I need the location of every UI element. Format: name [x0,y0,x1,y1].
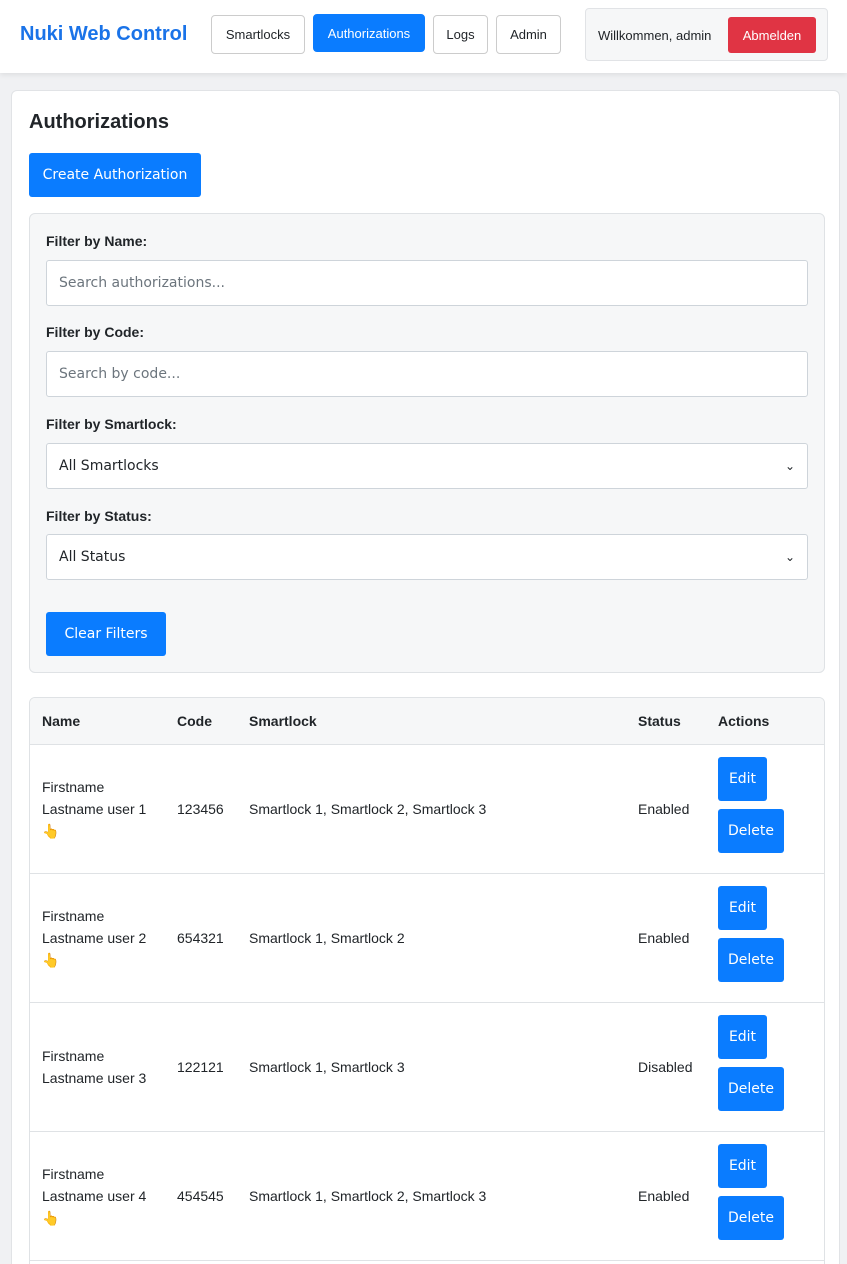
row-lastname: Lastname user 3 [42,1070,147,1086]
row-smartlocks: Smartlock 1, Smartlock 3 [249,1059,405,1075]
user-box: Willkommen, admin Abmelden [585,8,828,61]
main-card: Authorizations Create Authorization Filt… [11,90,840,1264]
row-status: Disabled [638,1059,693,1075]
row-firstname: Firstname [42,908,105,924]
nav-authorizations-button[interactable]: Authorizations [313,14,425,52]
chevron-down-icon: ⌄ [784,550,795,564]
table-row: Firstname Lastname user 1 👆 123456 Smart… [30,745,824,874]
nav-admin-button[interactable]: Admin [496,15,561,54]
header-status: Status [638,713,681,729]
row-code: 654321 [177,930,224,946]
welcome-text: Willkommen, admin [598,28,712,43]
edit-button[interactable]: Edit [718,1144,767,1188]
pointing-hand-icon: 👆 [42,952,60,968]
header-name: Name [42,713,81,729]
header-smartlock: Smartlock [249,713,317,729]
filter-smartlock-label: Filter by Smartlock: [46,416,177,432]
filter-code-input[interactable]: Search by code... [46,351,808,397]
edit-button[interactable]: Edit [718,886,767,930]
header-code: Code [177,713,212,729]
chevron-down-icon: ⌄ [784,459,795,473]
filter-name-label: Filter by Name: [46,233,148,249]
table-header: Name Code Smartlock Status Actions [30,698,824,745]
filter-name-input[interactable]: Search authorizations... [46,260,808,306]
table-row: Firstname Lastname user 4 👆 454545 Smart… [30,1132,824,1261]
top-navbar: Nuki Web Control Smartlocks Authorizatio… [0,0,847,73]
row-lastname: Lastname user 4 [42,1188,147,1204]
pointing-hand-icon: 👆 [42,823,60,839]
row-status: Enabled [638,801,690,817]
authorizations-table: Name Code Smartlock Status Actions First… [29,697,825,1264]
row-name: Firstname Lastname user 3 [42,1045,162,1089]
delete-button[interactable]: Delete [718,938,784,982]
row-smartlocks: Smartlock 1, Smartlock 2, Smartlock 3 [249,801,487,817]
nav-smartlocks-button[interactable]: Smartlocks [211,15,305,54]
row-firstname: Firstname [42,779,105,795]
table-row: Firstname Lastname user 2 👆 654321 Smart… [30,874,824,1003]
create-authorization-button[interactable]: Create Authorization [29,153,201,197]
row-status: Enabled [638,930,690,946]
delete-button[interactable]: Delete [718,1196,784,1240]
row-lastname: Lastname user 1 [42,801,147,817]
filter-code-label: Filter by Code: [46,324,145,340]
row-smartlocks: Smartlock 1, Smartlock 2 [249,930,405,946]
filter-status-select[interactable]: All Status ⌄ [46,534,808,580]
row-status: Enabled [638,1188,690,1204]
row-name: Firstname Lastname user 4 👆 [42,1163,162,1229]
table-row: Firstname Lastname user 3 122121 Smartlo… [30,1003,824,1132]
delete-button[interactable]: Delete [718,1067,784,1111]
filter-smartlock-select[interactable]: All Smartlocks ⌄ [46,443,808,489]
logout-button[interactable]: Abmelden [728,17,816,53]
filter-status-value: All Status [59,549,126,565]
filter-status-label: Filter by Status: [46,508,152,524]
header-actions: Actions [718,713,770,729]
delete-button[interactable]: Delete [718,809,784,853]
nav-logs-button[interactable]: Logs [433,15,488,54]
row-lastname: Lastname user 2 [42,930,147,946]
clear-filters-button[interactable]: Clear Filters [46,612,166,656]
filter-smartlock-value: All Smartlocks [59,458,159,474]
row-name: Firstname Lastname user 1 👆 [42,776,162,842]
row-smartlocks: Smartlock 1, Smartlock 2, Smartlock 3 [249,1188,487,1204]
pointing-hand-icon: 👆 [42,1210,60,1226]
edit-button[interactable]: Edit [718,1015,767,1059]
row-firstname: Firstname [42,1166,105,1182]
row-name: Firstname Lastname user 2 👆 [42,905,162,971]
row-code: 454545 [177,1188,224,1204]
row-firstname: Firstname [42,1048,105,1064]
filter-panel: Filter by Name: Search authorizations...… [29,213,825,673]
row-code: 122121 [177,1059,224,1075]
brand-title[interactable]: Nuki Web Control [20,23,187,46]
row-code: 123456 [177,801,224,817]
page-title: Authorizations [29,111,169,133]
edit-button[interactable]: Edit [718,757,767,801]
